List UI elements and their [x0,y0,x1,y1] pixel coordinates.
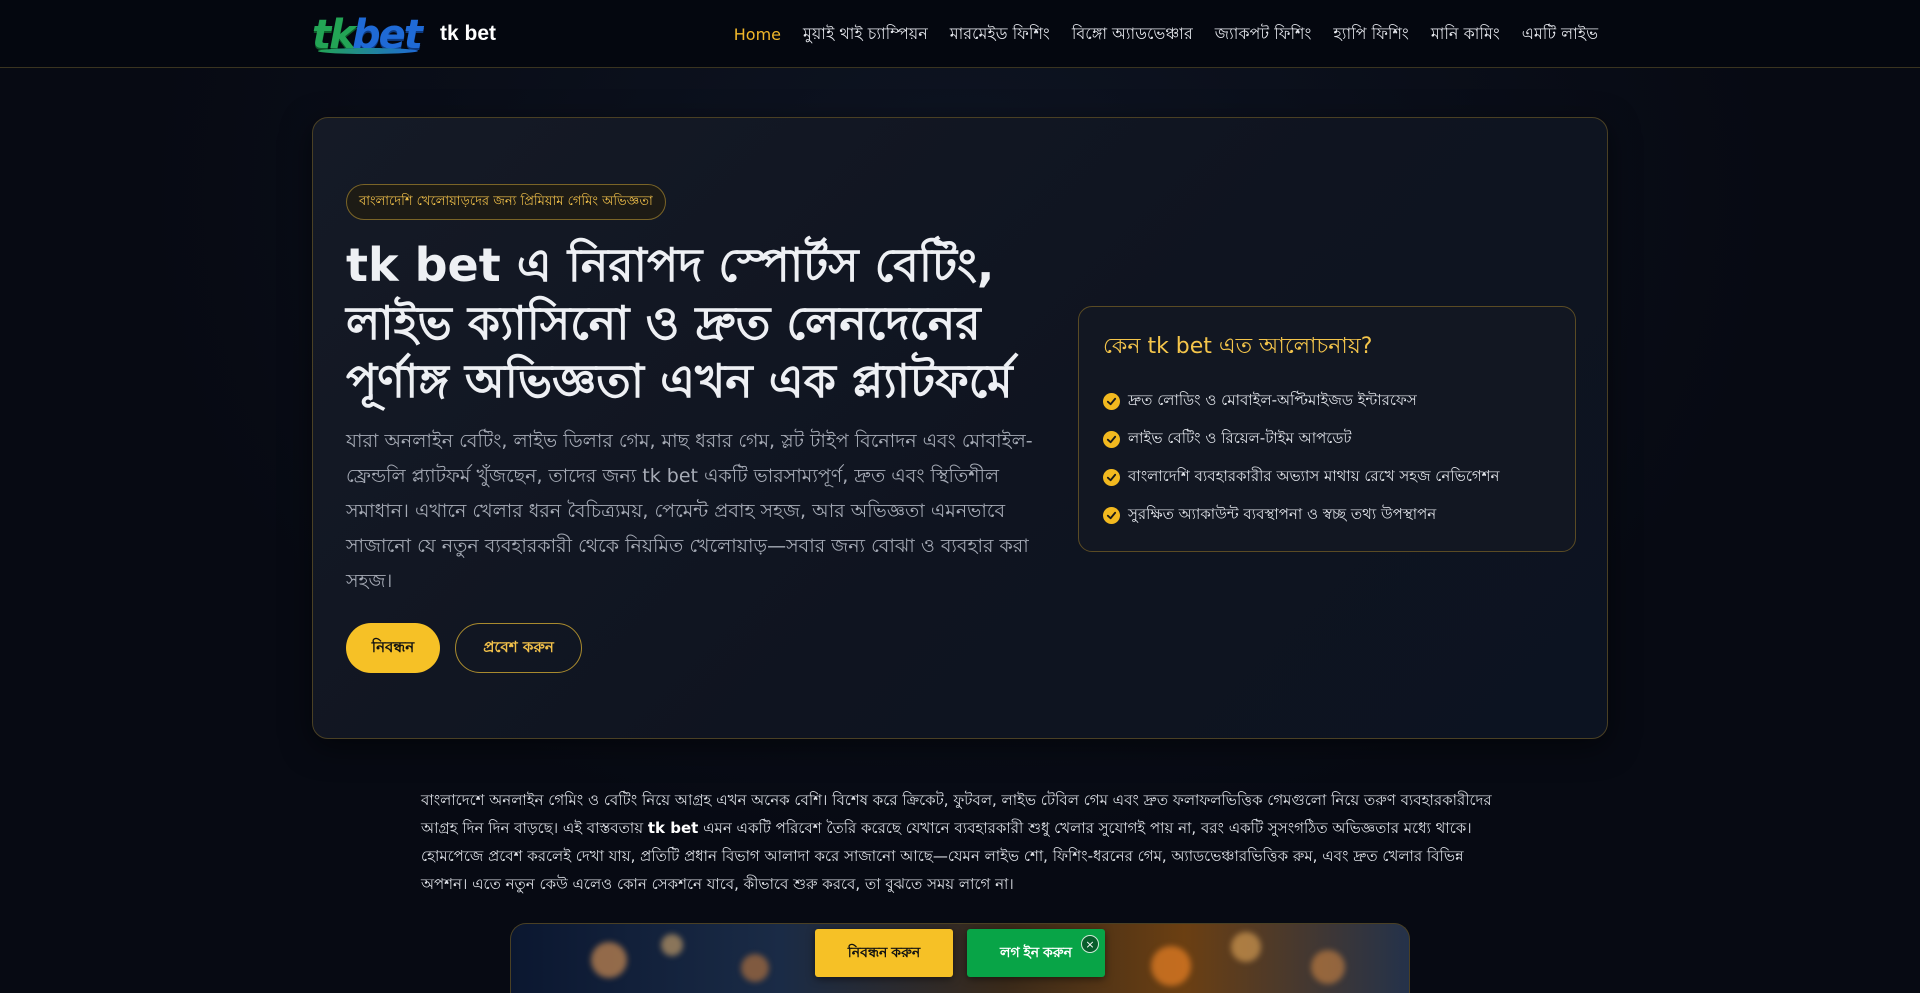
nav-mt-live[interactable]: এমটি লাইভ [1522,21,1598,48]
check-circle-icon [1103,468,1120,486]
bokeh-light [1151,946,1191,986]
intro-paragraph: বাংলাদেশে অনলাইন গেমিং ও বেটিং নিয়ে আগ্… [421,786,1501,898]
site-header: tk bet tk bet Home মুয়াই থাই চ্যাম্পিয়… [0,0,1920,68]
nav-mermaid-fishing[interactable]: মারমেইড ফিশিং [950,21,1050,48]
nav-bingo-adventure[interactable]: বিঙ্গো অ্যাডভেঞ্চার [1072,21,1193,48]
bokeh-light [741,954,769,982]
check-circle-icon [1103,430,1120,448]
why-item-text: সুরক্ষিত অ্যাকাউন্ট ব্যবস্থাপনা ও স্বচ্ছ… [1128,504,1437,523]
main-nav: Home মুয়াই থাই চ্যাম্পিয়ন মারমেইড ফিশি… [734,0,1598,68]
hero-lead: যারা অনলাইন বেটিং, লাইভ ডিলার গেম, মাছ ধ… [346,430,1033,592]
nav-home[interactable]: Home [734,25,781,44]
brand[interactable]: tk bet tk bet [312,10,496,58]
nav-happy-fishing[interactable]: হ্যাপি ফিশিং [1333,21,1408,48]
check-circle-icon [1103,506,1120,524]
list-item: বাংলাদেশি ব্যবহারকারীর অভ্যাস মাথায় রেখ… [1103,458,1551,496]
brand-name[interactable]: tk bet [440,22,496,46]
login-button[interactable]: প্রবেশ করুন [455,623,582,673]
check-circle-icon [1103,392,1120,410]
hero-badge: বাংলাদেশি খেলোয়াড়দের জন্য প্রিমিয়াম গ… [346,184,666,220]
list-item: সুরক্ষিত অ্যাকাউন্ট ব্যবস্থাপনা ও স্বচ্ছ… [1103,496,1551,534]
why-item-text: দ্রুত লোডিং ও মোবাইল-অপ্টিমাইজড ইন্টারফে… [1128,390,1417,409]
tkbet-logo[interactable]: tk bet [312,10,432,58]
hero-title: tk bet এ নিরাপদ স্পোর্টস বেটিং, লাইভ ক্য… [346,238,1013,408]
list-item: দ্রুত লোডিং ও মোবাইল-অপ্টিমাইজড ইন্টারফে… [1103,382,1551,420]
why-list: দ্রুত লোডিং ও মোবাইল-অপ্টিমাইজড ইন্টারফে… [1103,382,1551,534]
nav-muay-thai-champion[interactable]: মুয়াই থাই চ্যাম্পিয়ন [803,21,928,48]
intro-brand-bold: tk bet [647,819,699,837]
close-icon[interactable]: × [1081,935,1099,953]
why-title: কেন tk bet এত আলোচনায়? [1103,334,1373,359]
casino-banner-image [510,923,1410,993]
bokeh-light [591,942,627,978]
floating-register-button[interactable]: নিবন্ধন করুন [815,929,953,977]
bokeh-light [661,934,683,956]
list-item: লাইভ বেটিং ও রিয়েল-টাইম আপডেট [1103,420,1551,458]
why-panel: কেন tk bet এত আলোচনায়? দ্রুত লোডিং ও মো… [1078,306,1576,552]
nav-jackpot-fishing[interactable]: জ্যাকপট ফিশিং [1215,21,1312,48]
bokeh-light [1311,950,1345,984]
why-item-text: বাংলাদেশি ব্যবহারকারীর অভ্যাস মাথায় রেখ… [1128,466,1500,485]
bokeh-light [1231,932,1261,962]
why-item-text: লাইভ বেটিং ও রিয়েল-টাইম আপডেট [1128,428,1352,447]
register-button[interactable]: নিবন্ধন [346,623,440,673]
hero-card: বাংলাদেশি খেলোয়াড়দের জন্য প্রিমিয়াম গ… [312,117,1608,739]
nav-money-coming[interactable]: মানি কামিং [1431,21,1500,48]
